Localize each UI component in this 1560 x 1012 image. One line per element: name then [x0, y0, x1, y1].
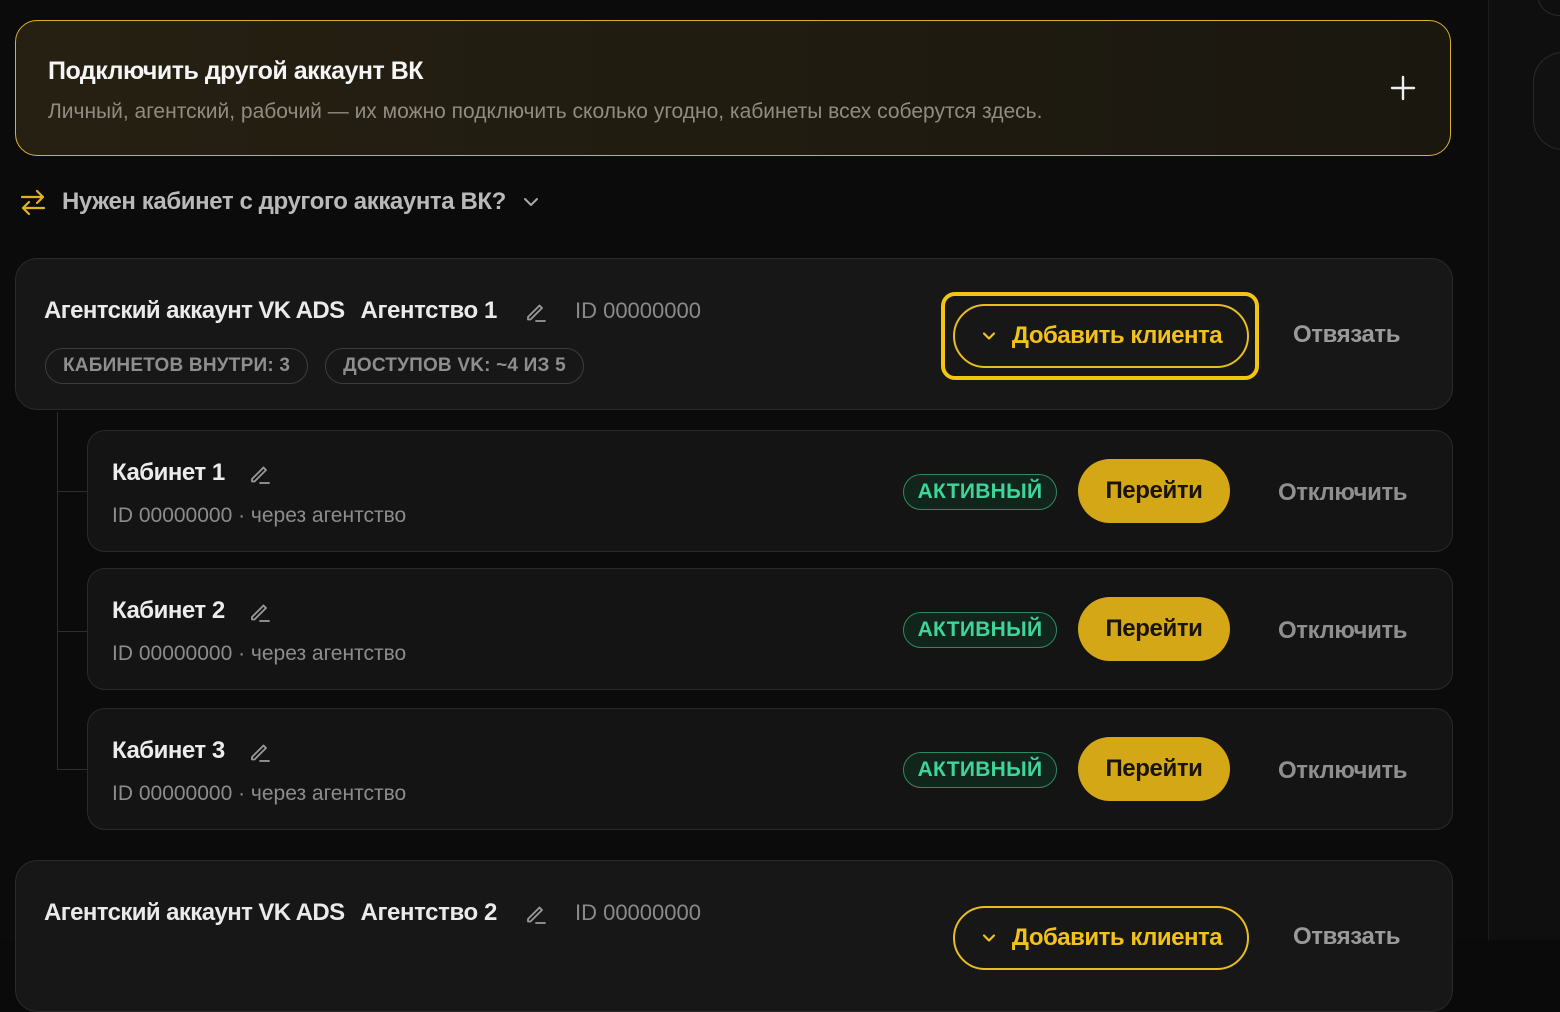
right-panel-control[interactable]: [1537, 0, 1560, 16]
plus-icon[interactable]: [1386, 71, 1420, 105]
add-client-label: Добавить клиента: [1011, 322, 1223, 349]
agency-type-label: Агентский аккаунт VK ADS: [44, 899, 345, 926]
chevron-down-icon: [982, 934, 996, 942]
add-client-button[interactable]: Добавить клиента: [953, 304, 1249, 368]
edit-icon[interactable]: [247, 738, 273, 764]
add-client-label: Добавить клиента: [1011, 924, 1223, 951]
status-badge: АКТИВНЫЙ: [903, 612, 1057, 648]
main-panel: Подключить другой аккаунт ВК Личный, аге…: [0, 0, 1488, 1012]
cabinet-subtitle: ID 00000000 · через агентство: [112, 782, 407, 805]
cabinet-title: Кабинет 2: [112, 597, 273, 625]
tree-branch: [57, 491, 87, 492]
cabinet-card: Кабинет 2 ID 00000000 · через агентство …: [87, 568, 1453, 690]
go-button[interactable]: Перейти: [1078, 597, 1230, 661]
agency-id: ID 00000000: [574, 298, 701, 323]
chevron-down-icon: [982, 332, 996, 340]
right-panel-control[interactable]: [1533, 52, 1560, 150]
disconnect-button[interactable]: Отключить: [1278, 479, 1408, 507]
cabinets-count-badge: КАБИНЕТОВ ВНУТРИ: 3: [45, 348, 309, 384]
disconnect-button[interactable]: Отключить: [1278, 757, 1408, 785]
right-panel: [1488, 0, 1560, 940]
tree-branch: [57, 769, 87, 770]
cabinet-subtitle: ID 00000000 · через агентство: [112, 642, 407, 665]
edit-icon[interactable]: [523, 298, 549, 324]
chevron-down-icon: [523, 198, 538, 206]
edit-icon[interactable]: [247, 598, 273, 624]
unlink-button[interactable]: Отвязать: [1293, 321, 1401, 349]
agency-card: Агентский аккаунт VK ADS Агентство 1 ID …: [15, 258, 1453, 410]
agency-id: ID 00000000: [574, 900, 701, 925]
agency-card: Агентский аккаунт VK ADS Агентство 2 ID …: [15, 860, 1453, 1012]
status-badge: АКТИВНЫЙ: [903, 752, 1057, 788]
connect-account-title: Подключить другой аккаунт ВК: [48, 57, 424, 85]
agency-title: Агентский аккаунт VK ADS Агентство 2 ID …: [44, 899, 701, 927]
agency-title: Агентский аккаунт VK ADS Агентство 1 ID …: [44, 297, 701, 325]
agency-name: Агентство 1: [360, 297, 498, 324]
cabinet-card: Кабинет 3 ID 00000000 · через агентство …: [87, 708, 1453, 830]
tree-connector: [57, 412, 58, 770]
go-button[interactable]: Перейти: [1078, 459, 1230, 523]
cabinet-name: Кабинет 2: [112, 597, 225, 624]
other-account-expander[interactable]: Нужен кабинет с другого аккаунта ВК?: [18, 185, 542, 219]
go-button[interactable]: Перейти: [1078, 737, 1230, 801]
disconnect-button[interactable]: Отключить: [1278, 617, 1408, 645]
connect-account-subtitle: Личный, агентский, рабочий — их можно по…: [48, 100, 1043, 123]
access-count-badge: ДОСТУПОВ VK: ~4 ИЗ 5: [325, 348, 584, 384]
cabinet-title: Кабинет 3: [112, 737, 273, 765]
agency-type-label: Агентский аккаунт VK ADS: [44, 297, 345, 324]
edit-icon[interactable]: [247, 460, 273, 486]
edit-icon[interactable]: [523, 900, 549, 926]
status-badge: АКТИВНЫЙ: [903, 474, 1057, 510]
unlink-button[interactable]: Отвязать: [1293, 923, 1401, 951]
other-account-label: Нужен кабинет с другого аккаунта ВК?: [62, 188, 506, 215]
agency-name: Агентство 2: [360, 899, 498, 926]
cabinet-name: Кабинет 1: [112, 459, 225, 486]
swap-arrows-icon: [20, 189, 46, 216]
cabinet-card: Кабинет 1 ID 00000000 · через агентство …: [87, 430, 1453, 552]
agency-pills: КАБИНЕТОВ ВНУТРИ: 3 ДОСТУПОВ VK: ~4 ИЗ 5: [45, 348, 601, 384]
add-client-button[interactable]: Добавить клиента: [953, 906, 1249, 970]
cabinet-name: Кабинет 3: [112, 737, 225, 764]
connect-account-card[interactable]: Подключить другой аккаунт ВК Личный, аге…: [15, 20, 1451, 156]
cabinet-subtitle: ID 00000000 · через агентство: [112, 504, 407, 527]
tree-branch: [57, 631, 87, 632]
cabinet-title: Кабинет 1: [112, 459, 273, 487]
